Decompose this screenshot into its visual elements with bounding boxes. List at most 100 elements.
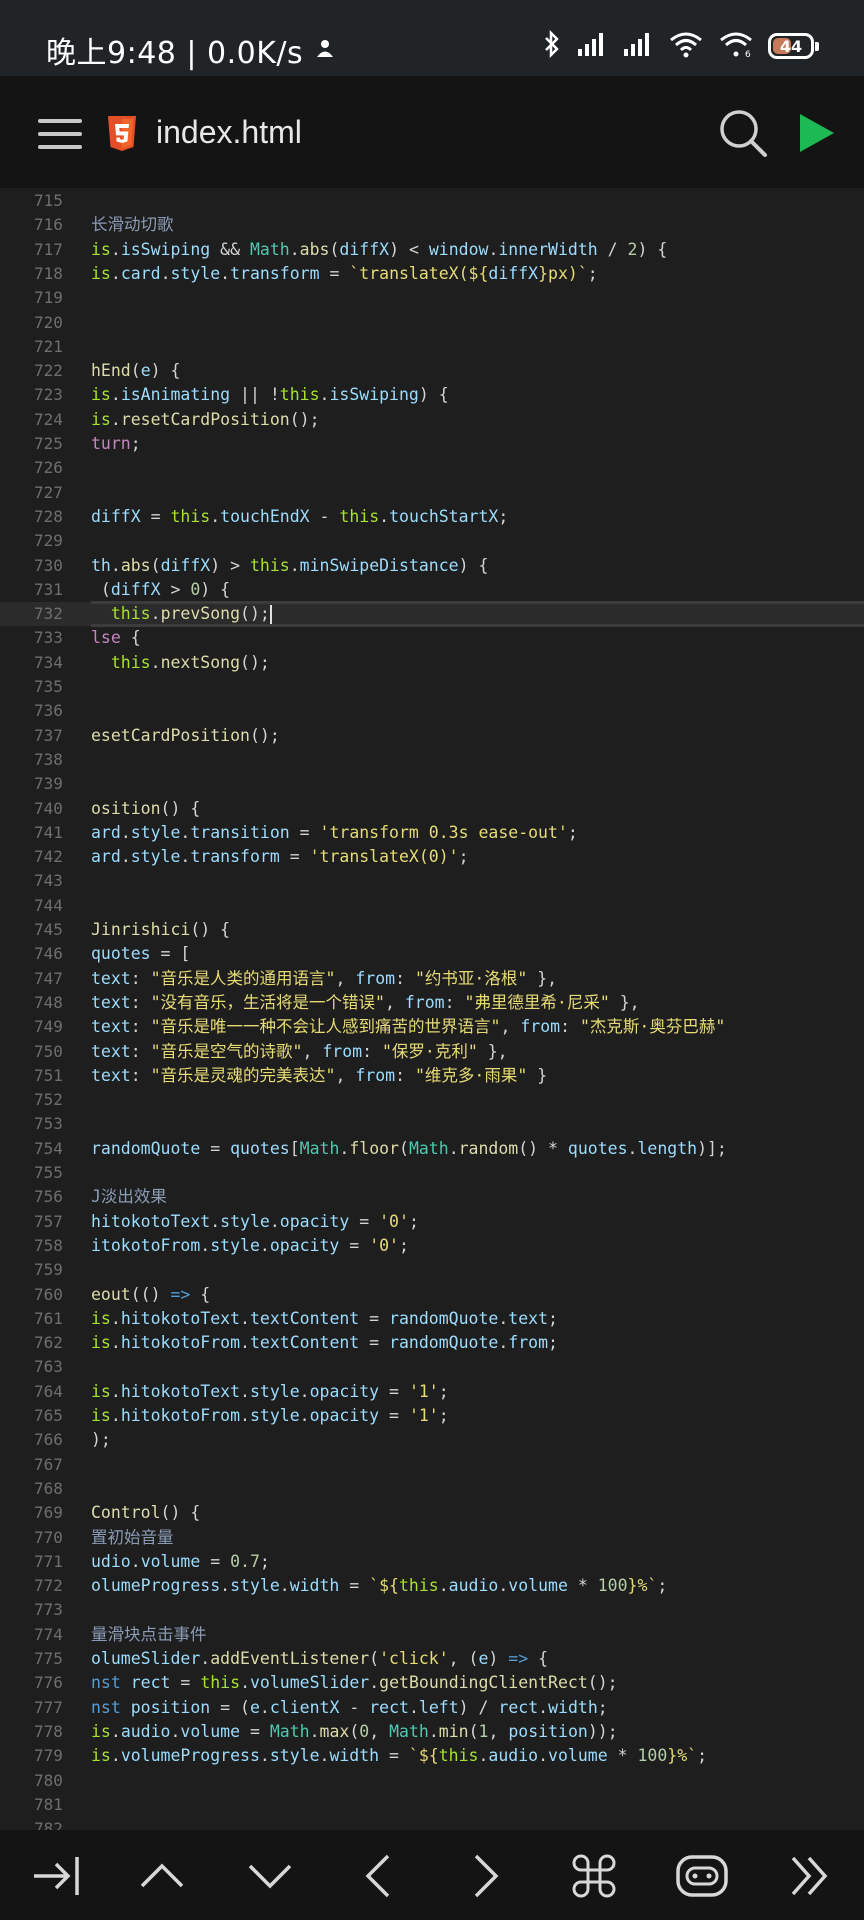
code-line[interactable]: 741 ard.style.transition = 'transform 0.3… (0, 821, 864, 845)
battery-icon: 44 (768, 33, 819, 59)
code-line[interactable]: 724 is.resetCardPosition(); (0, 408, 864, 432)
code-line[interactable]: 767 (0, 1453, 864, 1477)
code-line[interactable]: 748 text: "没有音乐，生活将是一个错误", from: "弗里德里希·尼… (0, 991, 864, 1015)
code-line[interactable]: 744 (0, 894, 864, 918)
code-line[interactable]: 747 text: "音乐是人类的通用语言", from: "约书亚·洛根" }, (0, 967, 864, 991)
code-text: hEnd(e) { (91, 361, 181, 381)
code-line[interactable]: 768 (0, 1477, 864, 1501)
code-line[interactable]: 781 (0, 1793, 864, 1817)
code-line[interactable]: 755 (0, 1161, 864, 1185)
code-text: esetCardPosition(); (91, 725, 280, 745)
code-line[interactable]: 721 (0, 335, 864, 359)
code-line[interactable]: 776 nst rect = this.volumeSlider.getBound… (0, 1671, 864, 1695)
code-line[interactable]: 739 (0, 772, 864, 796)
code-line[interactable]: 754 randomQuote = quotes[Math.floor(Math.… (0, 1137, 864, 1161)
code-line[interactable]: 753 (0, 1112, 864, 1136)
code-line[interactable]: 773 (0, 1598, 864, 1622)
code-line[interactable]: 743 (0, 869, 864, 893)
line-number: 778 (34, 1721, 63, 1741)
code-line[interactable]: 742 ard.style.transform = 'translateX(0)'… (0, 845, 864, 869)
code-line[interactable]: 728 diffX = this.touchEndX - this.touchSt… (0, 505, 864, 529)
chevron-down-icon[interactable] (240, 1848, 300, 1904)
code-line[interactable]: 777 nst position = (e.clientX - rect.left… (0, 1696, 864, 1720)
code-line[interactable]: 778 is.audio.volume = Math.max(0, Math.mi… (0, 1720, 864, 1744)
code-line[interactable]: 766); (0, 1428, 864, 1452)
tab-indent-icon[interactable] (26, 1848, 86, 1904)
line-number: 747 (34, 968, 63, 988)
code-line[interactable]: 780 (0, 1769, 864, 1793)
code-line[interactable]: 752 (0, 1088, 864, 1112)
bluetooth-icon (542, 29, 562, 62)
code-line[interactable]: 782 (0, 1817, 864, 1830)
line-number: 734 (34, 652, 63, 672)
command-icon[interactable] (564, 1848, 624, 1904)
code-text: ard.style.transform = 'translateX(0)'; (91, 847, 469, 867)
chevron-left-icon[interactable] (348, 1848, 408, 1904)
code-line[interactable]: 727 (0, 481, 864, 505)
svg-text:6: 6 (745, 50, 751, 58)
code-line[interactable]: 746 quotes = [ (0, 942, 864, 966)
code-line[interactable]: 729 (0, 529, 864, 553)
code-line[interactable]: 749 text: "音乐是唯一一种不会让人感到痛苦的世界语言", from: "… (0, 1015, 864, 1039)
code-line[interactable]: 717 is.isSwiping && Math.abs(diffX) < win… (0, 238, 864, 262)
code-line[interactable]: 720 (0, 311, 864, 335)
line-number: 726 (34, 458, 63, 478)
run-play-icon[interactable] (796, 112, 836, 158)
code-line[interactable]: 772 olumeProgress.style.width = `${this.a… (0, 1574, 864, 1598)
code-line[interactable]: 762 is.hitokotoFrom.textContent = randomQ… (0, 1331, 864, 1355)
code-line[interactable]: 757 hitokotoText.style.opacity = '0'; (0, 1210, 864, 1234)
line-number: 743 (34, 871, 63, 891)
code-line[interactable]: 726 (0, 456, 864, 480)
line-number: 757 (34, 1211, 63, 1231)
code-line[interactable]: 750 text: "音乐是空气的诗歌", from: "保罗·克利" }, (0, 1040, 864, 1064)
code-line[interactable]: 760 eout(() => { (0, 1283, 864, 1307)
code-line[interactable]: 719 (0, 286, 864, 310)
code-line[interactable]: 775 olumeSlider.addEventListener('click',… (0, 1647, 864, 1671)
code-line[interactable]: 725 turn; (0, 432, 864, 456)
line-number: 769 (34, 1503, 63, 1523)
line-number: 732 (34, 604, 63, 624)
code-line[interactable]: 769 Control() { (0, 1501, 864, 1525)
code-line[interactable]: 779 is.volumeProgress.style.width = `${th… (0, 1744, 864, 1768)
menu-icon[interactable] (38, 119, 82, 149)
line-number: 720 (34, 312, 63, 332)
code-line[interactable]: 730 th.abs(diffX) > this.minSwipeDistance… (0, 554, 864, 578)
code-line[interactable]: 736 (0, 699, 864, 723)
code-line[interactable]: 763 (0, 1355, 864, 1379)
code-text: this.prevSong(); (110, 604, 272, 625)
code-text: quotes = [ (91, 944, 191, 964)
code-line[interactable]: 735 (0, 675, 864, 699)
line-number: 733 (34, 628, 63, 648)
code-line[interactable]: 738 (0, 748, 864, 772)
code-line[interactable]: 733 lse { (0, 626, 864, 650)
code-line[interactable]: 751 text: "音乐是灵魂的完美表达", from: "维克多·雨果" } (0, 1064, 864, 1088)
code-line[interactable]: 731 (diffX > 0) { (0, 578, 864, 602)
code-line[interactable]: 759 (0, 1258, 864, 1282)
code-line[interactable]: 771 udio.volume = 0.7; (0, 1550, 864, 1574)
code-line[interactable]: 765 is.hitokotoFrom.style.opacity = '1'; (0, 1404, 864, 1428)
code-line[interactable]: 770 置初始音量 (0, 1526, 864, 1550)
code-line[interactable]: 745 Jinrishici() { (0, 918, 864, 942)
code-line[interactable]: 723 is.isAnimating || !this.isSwiping) { (0, 383, 864, 407)
ai-assistant-icon[interactable] (672, 1848, 732, 1904)
code-line[interactable]: 737 esetCardPosition(); (0, 724, 864, 748)
code-line[interactable]: 722 hEnd(e) { (0, 359, 864, 383)
code-line[interactable]: 758 itokotoFrom.style.opacity = '0'; (0, 1234, 864, 1258)
code-line[interactable]: 774 量滑块点击事件 (0, 1623, 864, 1647)
code-line[interactable]: 734 this.nextSong(); (0, 651, 864, 675)
code-line[interactable]: 732 this.prevSong(); (0, 601, 864, 628)
code-line[interactable]: 740 osition() { (0, 797, 864, 821)
code-line[interactable]: 716 长滑动切歌 (0, 213, 864, 237)
chevron-up-icon[interactable] (132, 1848, 192, 1904)
code-text: olumeProgress.style.width = `${this.audi… (91, 1576, 668, 1596)
status-left: 晚上9:48 | 0.0K/s (46, 28, 335, 72)
code-line[interactable]: 718 is.card.style.transform = `translateX… (0, 262, 864, 286)
search-icon[interactable] (718, 108, 770, 164)
code-line[interactable]: 761 is.hitokotoText.textContent = randomQ… (0, 1307, 864, 1331)
chevron-right-icon[interactable] (456, 1848, 516, 1904)
double-chevron-right-icon[interactable] (780, 1848, 840, 1904)
code-line[interactable]: 715 (0, 189, 864, 213)
code-line[interactable]: 756 J淡出效果 (0, 1185, 864, 1209)
code-line[interactable]: 764 is.hitokotoText.style.opacity = '1'; (0, 1380, 864, 1404)
code-editor[interactable]: 715 716 长滑动切歌 717 is.isSwiping && Math.abs(d… (0, 188, 864, 1830)
